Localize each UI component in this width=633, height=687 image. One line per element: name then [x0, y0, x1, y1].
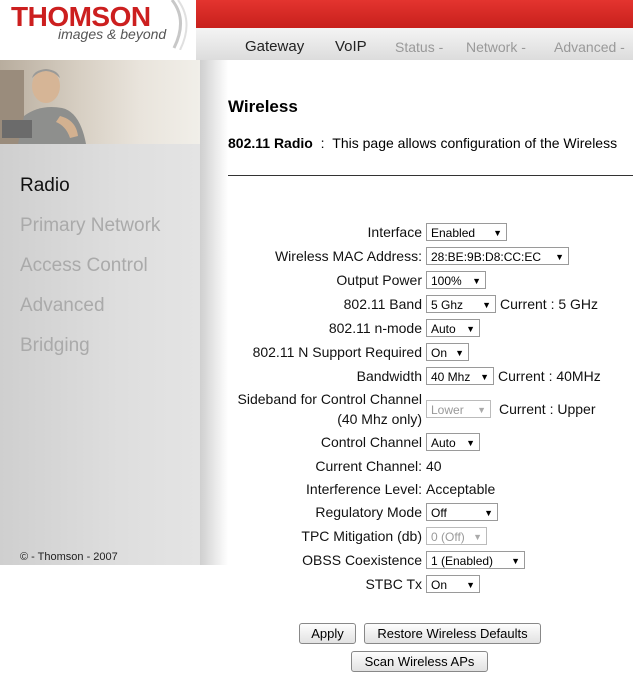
brand-logo: THOMSON images & beyond: [0, 0, 196, 60]
bandwidth-select[interactable]: 40 Mhz ▼: [426, 367, 494, 385]
stbc-label: STBC Tx: [365, 576, 422, 592]
regulatory-value: Off: [431, 506, 447, 520]
divider: [228, 175, 633, 176]
restore-defaults-button[interactable]: Restore Wireless Defaults: [364, 623, 541, 644]
nav-gateway[interactable]: Gateway: [245, 38, 304, 55]
regulatory-label: Regulatory Mode: [315, 504, 422, 520]
chevron-down-icon: ▼: [477, 405, 486, 415]
control-channel-select[interactable]: Auto ▼: [426, 433, 480, 451]
chevron-down-icon: ▼: [482, 300, 491, 310]
control-channel-label: Control Channel: [320, 434, 422, 450]
n-required-select[interactable]: On ▼: [426, 343, 469, 361]
obss-label: OBSS Coexistence: [302, 552, 422, 568]
desc-text: This page allows configuration of the Wi…: [332, 135, 618, 151]
scan-aps-button[interactable]: Scan Wireless APs: [351, 651, 488, 672]
band-current: Current : 5 GHz: [500, 296, 599, 312]
chevron-down-icon: ▼: [473, 532, 482, 542]
n-required-value: On: [431, 346, 448, 360]
desc-separator: :: [320, 135, 325, 151]
header-photo: [0, 60, 200, 144]
chevron-down-icon: ▼: [466, 324, 475, 334]
obss-select[interactable]: 1 (Enabled) ▼: [426, 551, 525, 569]
desc-label: 802.11 Radio: [228, 135, 313, 151]
current-channel-label: Current Channel:: [315, 458, 422, 474]
n-required-label: 802.11 N Support Required: [252, 344, 422, 360]
interference-label: Interference Level:: [306, 481, 422, 497]
interface-value: Enabled: [431, 226, 476, 240]
nav-network[interactable]: Network -: [466, 39, 526, 55]
output-power-value: 100%: [431, 274, 462, 288]
chevron-down-icon: ▼: [466, 438, 475, 448]
band-label: 802.11 Band: [343, 296, 422, 312]
bandwidth-value: 40 Mhz: [431, 370, 471, 384]
interface-select[interactable]: Enabled ▼: [426, 223, 507, 241]
sidebar-shadow: [200, 60, 228, 565]
tpc-label: TPC Mitigation (db): [301, 528, 422, 544]
stbc-select[interactable]: On ▼: [426, 575, 480, 593]
sideband-current: Current : Upper: [499, 401, 596, 417]
sidebar-item-advanced[interactable]: Advanced: [20, 295, 105, 317]
obss-value: 1 (Enabled): [431, 554, 494, 568]
bandwidth-label: Bandwidth: [356, 368, 422, 384]
header-red-band: [196, 0, 633, 28]
sidebar-item-access-control[interactable]: Access Control: [20, 255, 148, 277]
nmode-select[interactable]: Auto ▼: [426, 319, 480, 337]
sidebar-item-bridging[interactable]: Bridging: [20, 335, 90, 357]
person-photo-icon: [0, 69, 86, 144]
sidebar-menu: Radio Primary Network Access Control Adv…: [0, 144, 200, 565]
band-value: 5 Ghz: [431, 298, 464, 312]
regulatory-select[interactable]: Off ▼: [426, 503, 498, 521]
copyright-text: © - Thomson - 2007: [20, 551, 118, 563]
output-power-label: Output Power: [336, 272, 422, 288]
nav-status[interactable]: Status -: [395, 39, 443, 55]
sideband-value: Lower: [431, 403, 464, 417]
chevron-down-icon: ▼: [466, 580, 475, 590]
tpc-value: 0 (Off): [431, 530, 465, 544]
nav-voip[interactable]: VoIP: [335, 38, 367, 55]
sidebar-item-radio[interactable]: Radio: [20, 175, 70, 197]
bandwidth-current: Current : 40MHz: [498, 368, 601, 384]
chevron-down-icon: ▼: [493, 228, 502, 238]
interference-value: Acceptable: [426, 481, 496, 497]
sideband-label-2: (40 Mhz only): [337, 411, 422, 427]
mac-select[interactable]: 28:BE:9B:D8:CC:EC ▼: [426, 247, 569, 265]
nmode-value: Auto: [431, 322, 456, 336]
apply-button[interactable]: Apply: [299, 623, 356, 644]
page-description: 802.11 Radio : This page allows configur…: [228, 135, 617, 151]
mac-value: 28:BE:9B:D8:CC:EC: [431, 250, 542, 264]
header: THOMSON images & beyond Gateway VoIP Sta…: [0, 0, 633, 60]
tpc-select[interactable]: 0 (Off) ▼: [426, 527, 487, 545]
page-title: Wireless: [228, 97, 298, 116]
stbc-value: On: [431, 578, 448, 592]
mac-label: Wireless MAC Address:: [274, 248, 422, 264]
sidebar: Radio Primary Network Access Control Adv…: [0, 60, 200, 565]
chevron-down-icon: ▼: [472, 276, 481, 286]
chevron-down-icon: ▼: [455, 348, 464, 358]
current-channel-value: 40: [426, 458, 442, 474]
chevron-down-icon: ▼: [555, 252, 564, 262]
chevron-down-icon: ▼: [484, 508, 493, 518]
interface-label: Interface: [367, 224, 422, 240]
chevron-down-icon: ▼: [511, 556, 520, 566]
output-power-select[interactable]: 100% ▼: [426, 271, 486, 289]
control-channel-value: Auto: [431, 436, 456, 450]
sidebar-item-primary-network[interactable]: Primary Network: [20, 215, 160, 237]
chevron-down-icon: ▼: [480, 372, 489, 382]
nav-advanced[interactable]: Advanced -: [554, 39, 625, 55]
sideband-select[interactable]: Lower ▼: [426, 400, 491, 418]
band-select[interactable]: 5 Ghz ▼: [426, 295, 496, 313]
top-nav: Gateway VoIP Status - Network - Advanced…: [196, 28, 633, 60]
swoosh-icon: [170, 0, 188, 50]
brand-tagline: images & beyond: [58, 26, 167, 42]
nmode-label: 802.11 n-mode: [328, 320, 422, 336]
sideband-label-1: Sideband for Control Channel: [237, 391, 422, 407]
